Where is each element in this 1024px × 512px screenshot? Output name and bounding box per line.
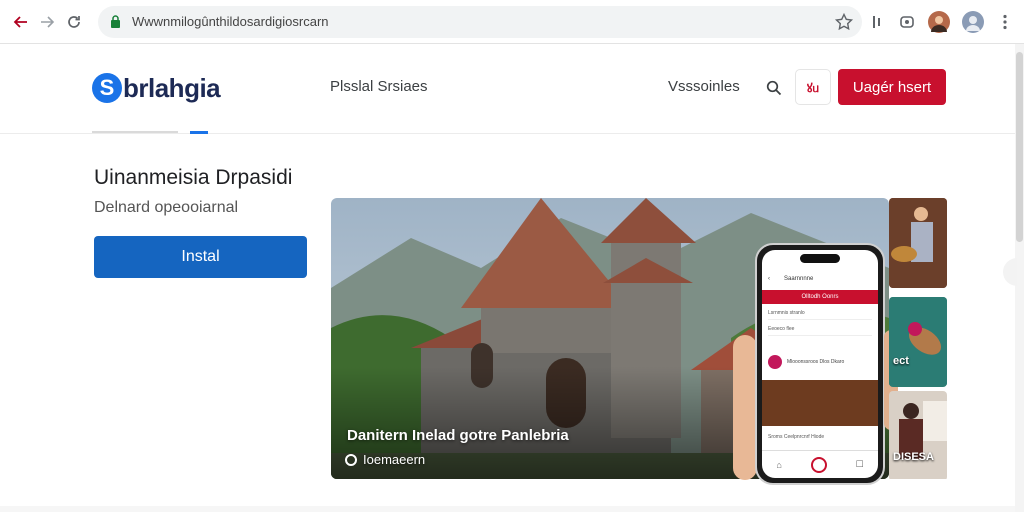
thumbnail-vendor[interactable] [889,198,947,288]
food-photo [889,297,947,385]
home-icon: ⌂ [776,459,782,470]
person-photo [889,391,947,479]
reload-icon [68,16,80,28]
arrow-right-icon [41,16,55,28]
feature-location-text: Ioemaeern [363,452,426,467]
app-header: ‹ Saarnnnne [762,270,878,288]
nav-link-secondary[interactable]: Vsssoinles [668,78,740,95]
hand-illustration [733,335,757,480]
location-pin-icon [345,453,357,466]
hero-title: Uinanmeisia Drpasidi [94,166,293,189]
site-header: S brlahgia Plsslal Srsiaes Vsssoinles ꙋᥙ… [0,44,1015,134]
thumbnail-label: ect [893,355,909,367]
address-bar[interactable]: Wwwnmilogûnthildosardigiosrcarn [98,6,862,38]
user-icon [966,16,980,31]
thumbnail-label: DISESA [893,451,934,463]
page-footer-edge [0,506,1015,512]
thumbnail-food[interactable]: ect [889,297,947,387]
install-button[interactable]: Instal [94,236,307,278]
url-text: Wwwnmilogûnthildosardigiosrcarn [132,14,329,29]
profile-avatar[interactable] [928,11,950,33]
bookmark-icon: ☐ [855,459,864,469]
chevron-left-icon: ‹ [768,276,770,282]
app-list-row: Sroms Ceelpnrcnrf Hiode [768,434,825,440]
app-tab-bar: ⌂ ☐ [762,450,878,478]
carousel-next-button[interactable] [1003,258,1017,286]
nav-link-primary[interactable]: Plsslal Srsiaes [330,78,428,95]
downloads-icon[interactable] [896,11,918,33]
phone-notch [800,254,840,263]
phone-screen: ‹ Saarnnnne Olltodh Oonrs Lsrnmnis stran… [762,250,878,478]
site-logo[interactable]: S brlahgia [92,70,221,106]
forward-button[interactable] [36,11,58,33]
scrollbar-thumb[interactable] [1016,52,1023,242]
puzzle-icon [873,16,880,28]
search-icon [766,80,782,96]
logo-text: brlahgia [123,72,221,103]
search-button[interactable] [762,76,786,100]
app-title: Saarnnnne [784,276,814,282]
phone-mockup: ‹ Saarnnnne Olltodh Oonrs Lsrnmnis stran… [755,243,885,485]
header-divider [92,131,178,133]
app-image [762,380,878,426]
browser-toolbar: Wwwnmilogûnthildosardigiosrcarn [0,0,1024,44]
camera-icon [900,16,914,28]
app-banner: Olltodh Oonrs [762,290,878,304]
register-button[interactable]: Uagér hsert [838,69,946,105]
lock-icon [111,15,120,28]
app-row: Lsrnmnis stranlo [768,310,872,320]
thumbnail-person[interactable]: DISESA [889,391,947,481]
menu-button[interactable] [994,11,1016,33]
app-list-item: Mlooonssroos Dlos Dkaro [768,350,872,374]
extension-icon[interactable] [866,11,888,33]
logo-mark: S [92,73,122,103]
app-row: Eeoeco flee [768,326,872,336]
record-icon [810,456,827,473]
bookmark-star-icon[interactable] [834,12,854,32]
back-button[interactable] [10,11,32,33]
reload-button[interactable] [63,11,85,33]
person-icon [931,16,947,32]
app-item-text: Mlooonssroos Dlos Dkaro [787,359,845,365]
feature-location: Ioemaeern [345,452,425,467]
language-button[interactable]: ꙋᥙ [795,69,831,105]
feature-caption: Danitern Inelad gotre Panlebria [347,427,569,444]
app-avatar [768,355,782,369]
arrow-left-icon [13,16,27,28]
vendor-photo [889,198,947,288]
kebab-menu-icon [1003,14,1007,30]
account-avatar[interactable] [962,11,984,33]
active-indicator [190,131,208,134]
hero-subtitle: Delnard opeooiarnal [94,199,239,216]
